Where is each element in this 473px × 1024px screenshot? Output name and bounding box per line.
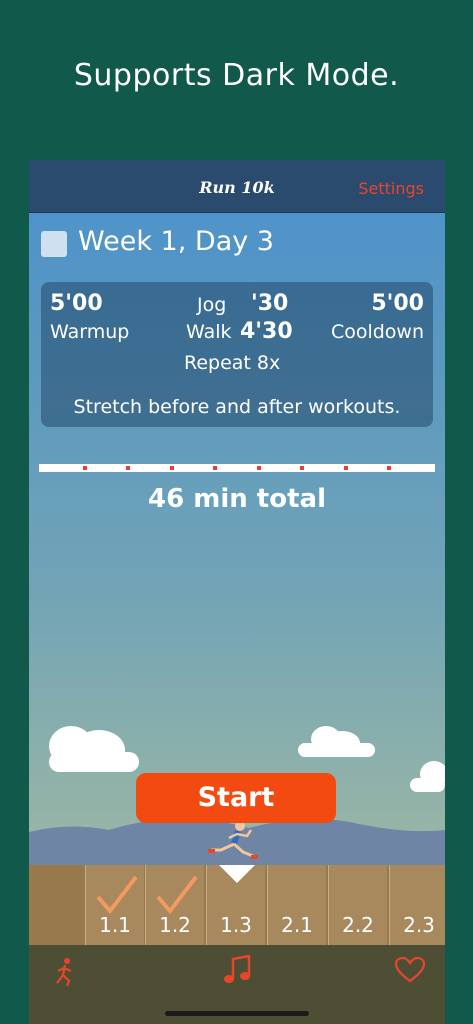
total-duration: 46 min total <box>148 484 326 514</box>
timeline-tick <box>257 466 261 470</box>
cooldown-label: Cooldown <box>330 321 424 343</box>
stretch-note: Stretch before and after workouts. <box>73 396 401 418</box>
timeline-tick <box>300 466 304 470</box>
runner-figure-icon <box>208 821 258 859</box>
day-tile[interactable]: 2.3 <box>389 865 445 945</box>
runner-icon[interactable] <box>53 957 77 987</box>
checkmark-icon <box>96 875 138 915</box>
workout-summary-panel: 5'00 Warmup Jog '30 Walk 4'30 Repeat 8x … <box>41 282 433 427</box>
day-tile[interactable]: 1.1 <box>85 865 144 945</box>
workout-title: Week 1, Day 3 <box>78 226 274 257</box>
day-label: 1.3 <box>220 913 252 937</box>
day-label: 1.2 <box>159 913 191 937</box>
start-button[interactable]: Start <box>136 773 336 823</box>
timeline-tick <box>213 466 217 470</box>
cloud-icon <box>298 726 375 757</box>
cooldown-time: 5'00 <box>371 291 424 316</box>
day-label: 2.2 <box>342 913 374 937</box>
jog-label: Jog <box>197 294 227 316</box>
timeline-tick <box>387 466 391 470</box>
day-label: 1.1 <box>99 913 131 937</box>
tab-bar <box>29 945 445 1024</box>
cloud-icon <box>410 761 445 792</box>
day-tile[interactable]: 2.2 <box>328 865 387 945</box>
repeat-label: Repeat 8x <box>184 352 281 374</box>
day-label: 2.3 <box>403 913 435 937</box>
settings-button[interactable]: Settings <box>358 179 424 198</box>
day-label: 2.1 <box>281 913 313 937</box>
music-note-icon[interactable] <box>223 955 251 985</box>
cloud-icon <box>49 726 139 772</box>
timeline-tick <box>170 466 174 470</box>
timeline-tick <box>83 466 87 470</box>
warmup-time: 5'00 <box>50 291 103 316</box>
phone-screen: Run 10k Settings Week 1, Day 3 5'00 Warm… <box>29 160 445 1024</box>
checkmark-icon <box>156 875 198 915</box>
day-tile[interactable]: 1.2 <box>145 865 204 945</box>
day-tile[interactable]: 2.1 <box>267 865 326 945</box>
promo-headline: Supports Dark Mode. <box>73 58 400 93</box>
walk-time: 4'30 <box>240 319 293 344</box>
timeline-tick <box>126 466 130 470</box>
walk-label: Walk <box>186 321 232 343</box>
day-complete-checkbox[interactable] <box>41 231 67 257</box>
nav-bar: Run 10k Settings <box>29 160 445 213</box>
workout-timeline <box>39 464 435 472</box>
heart-icon[interactable] <box>395 957 425 983</box>
home-indicator <box>165 1011 309 1016</box>
jog-time: '30 <box>251 291 289 316</box>
timeline-tick <box>344 466 348 470</box>
current-day-pointer-icon <box>219 865 255 883</box>
warmup-label: Warmup <box>50 321 130 343</box>
